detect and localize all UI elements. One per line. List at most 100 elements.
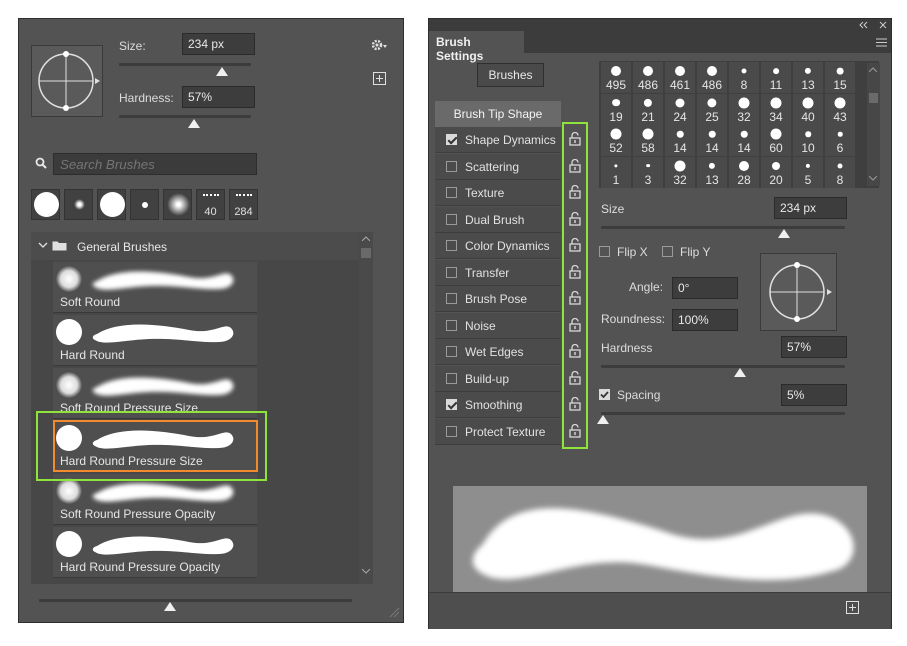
brush-tip-cell[interactable]: 32 <box>665 156 695 188</box>
list-scrollbar[interactable] <box>359 232 373 584</box>
brush-option-item[interactable]: Brush Pose <box>435 286 561 312</box>
brush-tip-cell[interactable]: 14 <box>665 125 695 156</box>
brush-tip-cell[interactable]: 60 <box>761 125 791 156</box>
brush-tip-cell[interactable]: 43 <box>825 93 855 125</box>
preview-size-slider-thumb[interactable] <box>164 602 177 611</box>
gear-icon[interactable] <box>371 39 389 51</box>
size-field[interactable]: 234 px <box>774 197 847 219</box>
angle-roundness-widget[interactable] <box>760 253 837 331</box>
brush-tip-cell[interactable]: 34 <box>761 93 791 125</box>
brush-option-item[interactable]: Color Dynamics <box>435 233 561 259</box>
brush-tip-preview[interactable] <box>31 45 103 117</box>
brushes-button[interactable]: Brushes <box>477 63 544 87</box>
chevron-up-icon[interactable] <box>869 67 877 72</box>
chevron-down-icon[interactable] <box>869 176 877 181</box>
brush-option-item[interactable]: Scattering <box>435 153 561 180</box>
hardness-slider-thumb[interactable] <box>188 119 201 128</box>
brush-tip-cell[interactable]: 24 <box>665 93 695 125</box>
brush-option-item[interactable]: Texture <box>435 180 561 206</box>
brush-tip-cell[interactable]: 11 <box>761 62 791 93</box>
option-checkbox[interactable] <box>446 266 457 278</box>
brush-tip-cell[interactable]: 58 <box>633 125 663 156</box>
unlock-icon[interactable] <box>569 132 581 146</box>
unlock-icon[interactable] <box>569 370 581 385</box>
size-slider-thumb[interactable] <box>215 67 228 76</box>
brush-tip-cell[interactable]: 28 <box>729 156 759 188</box>
angle-field[interactable]: 0° <box>672 277 738 299</box>
brush-list-item[interactable]: Hard Round <box>53 315 257 366</box>
brush-option-item[interactable]: Dual Brush <box>435 206 561 233</box>
tab-brush-settings[interactable]: Brush Settings <box>429 31 524 63</box>
option-checkbox[interactable] <box>446 399 457 410</box>
recent-preset[interactable]: 284 <box>229 189 258 220</box>
brush-option-item[interactable]: Noise <box>435 312 561 339</box>
recent-preset[interactable] <box>163 189 192 220</box>
brush-option-item[interactable]: Build-up <box>435 365 561 392</box>
brush-tip-cell[interactable]: 10 <box>793 125 823 156</box>
brush-tip-cell[interactable]: 495 <box>601 62 631 93</box>
unlock-icon[interactable] <box>569 238 581 252</box>
option-checkbox[interactable] <box>446 134 457 145</box>
unlock-icon[interactable] <box>569 264 581 279</box>
brush-tip-cell[interactable]: 1 <box>601 156 631 188</box>
brush-tip-cell[interactable]: 14 <box>729 125 759 156</box>
brush-tip-cell[interactable]: 32 <box>729 93 759 125</box>
size-field[interactable]: 234 px <box>182 33 255 55</box>
search-brushes-input[interactable] <box>53 153 257 175</box>
brush-tip-cell[interactable]: 8 <box>825 156 855 188</box>
brush-tip-cell[interactable]: 6 <box>825 125 855 156</box>
unlock-icon[interactable] <box>569 211 581 226</box>
brush-tip-shape-item[interactable]: Brush Tip Shape <box>435 101 561 127</box>
close-icon[interactable] <box>879 21 887 29</box>
unlock-icon[interactable] <box>569 423 581 438</box>
option-checkbox[interactable] <box>446 213 457 225</box>
flip-x-checkbox[interactable] <box>599 246 610 257</box>
roundness-field[interactable]: 100% <box>672 309 738 331</box>
option-checkbox[interactable] <box>446 293 457 304</box>
brush-tip-cell[interactable]: 5 <box>793 156 823 188</box>
hardness-slider-thumb[interactable] <box>734 368 747 377</box>
spacing-slider-thumb[interactable] <box>597 415 610 424</box>
brush-tip-cell[interactable]: 52 <box>601 125 631 156</box>
recent-preset[interactable]: 40 <box>196 189 225 220</box>
brush-option-item[interactable]: Transfer <box>435 259 561 286</box>
brush-tip-cell[interactable]: 8 <box>729 62 759 93</box>
hardness-field[interactable]: 57% <box>182 86 255 108</box>
option-checkbox[interactable] <box>446 160 457 172</box>
brush-list-item[interactable]: Hard Round Pressure Opacity <box>53 527 257 578</box>
brush-tip-cell[interactable]: 19 <box>601 93 631 125</box>
recent-preset[interactable] <box>31 189 60 220</box>
brush-tip-cell[interactable]: 486 <box>697 62 727 93</box>
scrollbar-thumb[interactable] <box>869 93 878 103</box>
brush-tip-cell[interactable]: 15 <box>825 62 855 93</box>
chevron-down-icon[interactable] <box>38 242 48 249</box>
recent-preset[interactable] <box>64 189 93 220</box>
panel-menu-icon[interactable] <box>876 38 887 47</box>
option-checkbox[interactable] <box>446 319 457 331</box>
brush-option-item[interactable]: Wet Edges <box>435 339 561 365</box>
size-slider[interactable] <box>119 63 251 66</box>
option-checkbox[interactable] <box>446 240 457 251</box>
option-checkbox[interactable] <box>446 346 457 357</box>
brush-tip-cell[interactable]: 3 <box>633 156 663 188</box>
option-checkbox[interactable] <box>446 425 457 437</box>
unlock-icon[interactable] <box>569 158 581 173</box>
brush-tip-cell[interactable]: 461 <box>665 62 695 93</box>
brush-tip-cell[interactable]: 13 <box>697 156 727 188</box>
unlock-icon[interactable] <box>569 291 581 305</box>
unlock-icon[interactable] <box>569 317 581 332</box>
recent-preset[interactable] <box>97 189 126 220</box>
option-checkbox[interactable] <box>446 372 457 384</box>
brush-option-item[interactable]: Smoothing <box>435 392 561 418</box>
resize-grip-icon[interactable] <box>388 606 400 618</box>
spacing-checkbox[interactable] <box>599 389 610 400</box>
size-slider[interactable] <box>601 226 845 229</box>
brush-tip-cell[interactable]: 13 <box>793 62 823 93</box>
brush-tip-cell[interactable]: 20 <box>761 156 791 188</box>
hardness-slider[interactable] <box>601 365 845 368</box>
new-preset-icon[interactable] <box>373 72 386 85</box>
brush-option-item[interactable]: Shape Dynamics <box>435 127 561 153</box>
size-slider-thumb[interactable] <box>778 229 790 238</box>
brush-option-item[interactable]: Protect Texture <box>435 418 561 445</box>
spacing-field[interactable]: 5% <box>781 384 847 406</box>
